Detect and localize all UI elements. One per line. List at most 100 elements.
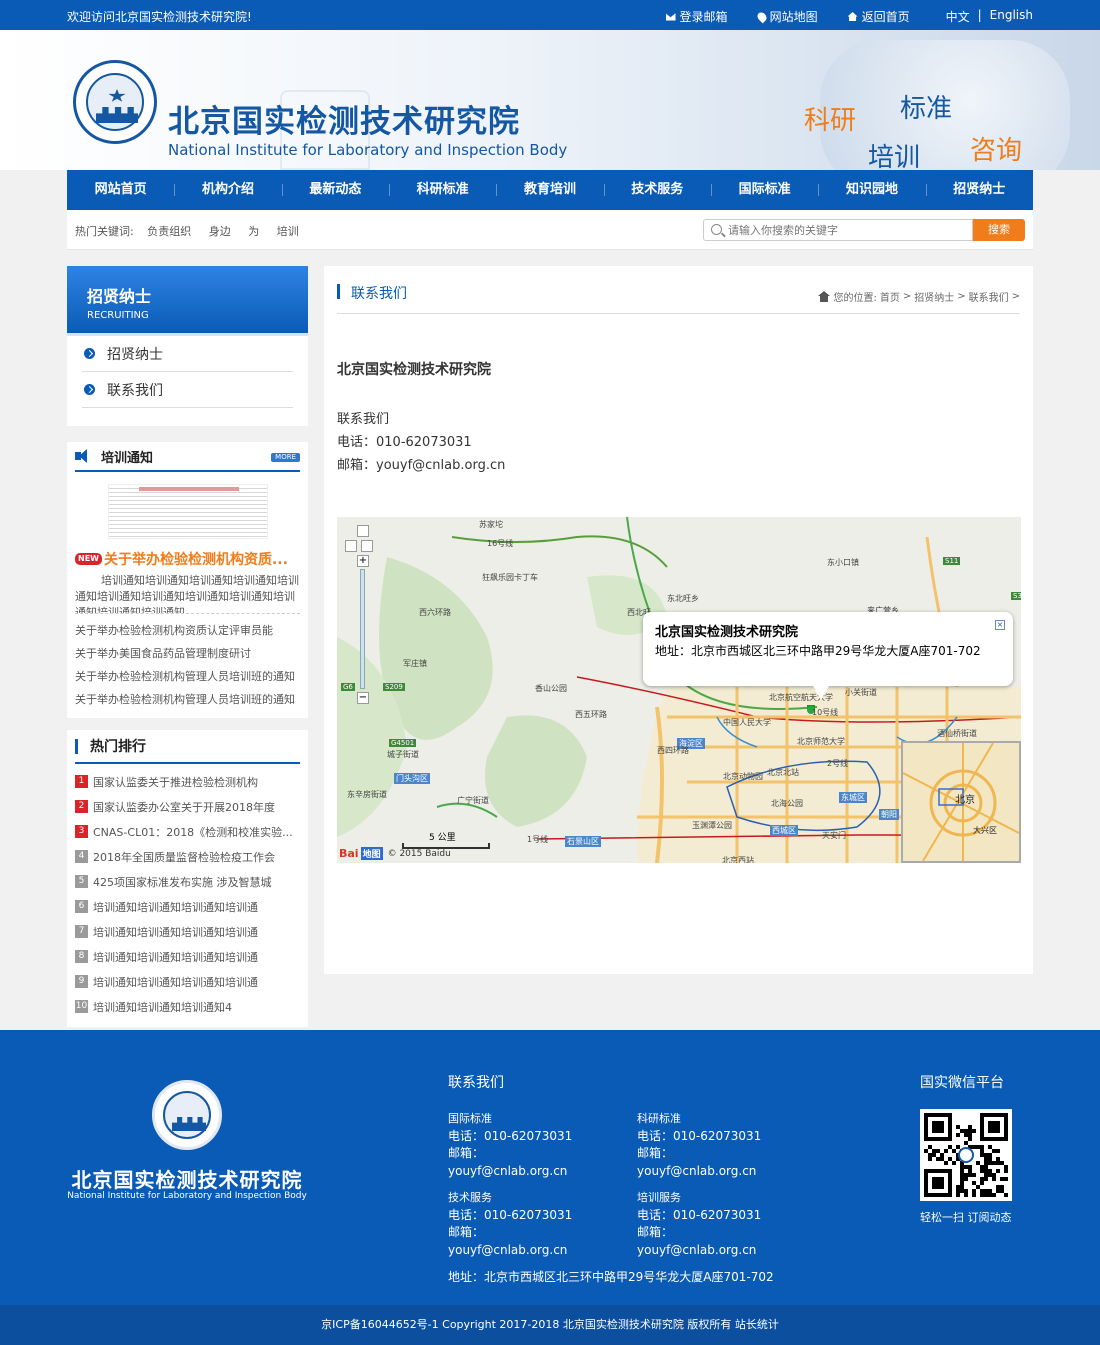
footer-block-email[interactable]: youyf@cnlab.org.cn <box>637 1242 761 1260</box>
breadcrumb-recruiting[interactable]: 招贤纳士 <box>914 289 954 304</box>
ranking-item[interactable]: 3 CNAS-CL01：2018《检测和校准实验... <box>75 819 300 844</box>
search-input[interactable] <box>728 222 968 238</box>
map-place-label: 2号线 <box>827 759 849 768</box>
rank-number-badge: 3 <box>75 825 88 838</box>
close-icon[interactable]: × <box>995 620 1005 630</box>
hot-keyword[interactable]: 培训 <box>277 225 299 238</box>
map-popup-address: 地址：北京市西城区北三环中路甲29号华龙大厦A座701-702 <box>655 644 981 658</box>
ranking-item[interactable]: 10 培训通知培训通知培训通知4 <box>75 994 300 1019</box>
nav-about[interactable]: 机构介绍 <box>174 170 281 210</box>
news-thumbnail[interactable] <box>107 484 268 539</box>
rank-number-badge: 9 <box>75 975 88 988</box>
breadcrumb-home[interactable]: 首页 <box>880 289 900 304</box>
map-place-label: 小关街道 <box>845 688 877 697</box>
overview-city-label: 北京 <box>955 793 975 806</box>
map-place-label: S32 <box>1011 592 1021 600</box>
ranking-item[interactable]: 4 2018年全国质量监督检验检疫工作会 <box>75 844 300 869</box>
map-place-label: 天安门 <box>822 831 846 840</box>
nav-research[interactable]: 科研标准 <box>388 170 496 210</box>
more-button[interactable]: MORE <box>271 453 300 462</box>
pan-up-button[interactable] <box>357 525 369 537</box>
news-item[interactable]: 关于举办检验检测机构管理人员培训班的通知 <box>75 665 300 688</box>
footer-block-email[interactable]: youyf@cnlab.org.cn <box>448 1242 572 1260</box>
rank-number-badge: 1 <box>75 775 88 788</box>
nav-recruiting[interactable]: 招贤纳士 <box>925 170 1033 210</box>
nav-education[interactable]: 教育培训 <box>496 170 603 210</box>
map-copyright: © 2015 Baidu <box>387 848 451 859</box>
ranking-item[interactable]: 2 国家认监委办公室关于开展2018年度 <box>75 794 300 819</box>
speaker-icon <box>75 449 91 463</box>
new-badge: NEW <box>75 553 102 565</box>
nav-home[interactable]: 网站首页 <box>67 170 174 210</box>
category-item-contact[interactable]: 联系我们 <box>82 372 293 408</box>
pan-left-button[interactable] <box>345 540 357 552</box>
login-email-link[interactable]: 登录邮箱 <box>665 8 728 25</box>
nav-intl-standards[interactable]: 国际标准 <box>710 170 818 210</box>
ranking-item[interactable]: 9 培训通知培训通知培训通知培训通 <box>75 969 300 994</box>
footer-block-title: 培训服务 <box>637 1191 681 1204</box>
pan-right-button[interactable] <box>361 540 373 552</box>
footer-block-email[interactable]: youyf@cnlab.org.cn <box>637 1163 761 1181</box>
map-place-label: 军庄镇 <box>403 659 427 668</box>
search-icon <box>711 224 722 235</box>
rank-number-badge: 4 <box>75 850 88 863</box>
news-item[interactable]: 关于举办检验检测机构管理人员培训班的通知 <box>75 688 300 711</box>
arrow-circle-icon <box>84 384 95 395</box>
qr-caption: 轻松一扫 订阅动态 <box>920 1211 1012 1224</box>
zoom-slider[interactable] <box>360 569 365 689</box>
map-place-label: 香山公园 <box>535 684 567 693</box>
nav-services[interactable]: 技术服务 <box>603 170 711 210</box>
search-button[interactable]: 搜索 <box>973 219 1025 241</box>
category-item-label: 招贤纳士 <box>107 346 163 363</box>
breadcrumb-label: 您的位置: <box>833 293 877 304</box>
footer-block-email-label: 邮箱： <box>637 1146 674 1160</box>
lang-cn-link[interactable]: 中文 <box>946 8 970 25</box>
map-place-label: 10号线 <box>812 708 839 717</box>
footer-contact-title: 联系我们 <box>448 1075 504 1091</box>
rank-number-badge: 10 <box>75 1000 88 1013</box>
featured-news[interactable]: NEW 关于举办检验检测机构资质... <box>75 549 300 569</box>
footer-logo <box>152 1080 222 1150</box>
zoom-out-button[interactable]: − <box>357 692 369 704</box>
featured-news-desc: 培训通知培训通知培训通知培训通知培训通知培训通知培训通知培训通知培训通知培训通知… <box>75 574 300 614</box>
ranking-item-text: 培训通知培训通知培训通知培训通 <box>93 950 258 964</box>
baidu-map[interactable]: 苏家坨 16号线 狂飙乐园卡丁车 西北旺 东北旺乡 西六环路 军庄镇 香山公园 北京航空航天大学… <box>337 517 1021 863</box>
map-place-label: S209 <box>383 683 405 691</box>
hot-keyword[interactable]: 为 <box>248 225 259 238</box>
contact-label: 联系我们 <box>337 412 390 427</box>
back-home-link[interactable]: 返回首页 <box>847 8 910 25</box>
wechat-title: 国实微信平台 <box>920 1075 1004 1091</box>
nav-knowledge[interactable]: 知识园地 <box>818 170 925 210</box>
map-place-label: 北海公园 <box>771 799 803 808</box>
breadcrumb-contact[interactable]: 联系我们 <box>969 289 1009 304</box>
wechat-qr-code <box>920 1109 1012 1201</box>
map-place-label: 东辛房街道 <box>347 790 387 799</box>
sitemap-link[interactable]: 网站地图 <box>755 8 818 25</box>
map-place-label: 中国人民大学 <box>723 718 771 727</box>
top-bar: 欢迎访问北京国实检测技术研究院! 登录邮箱 网站地图 返回首页 中文 | Engli… <box>0 0 1100 30</box>
map-place-label: 西六环路 <box>419 608 451 617</box>
footer-block-email[interactable]: youyf@cnlab.org.cn <box>448 1163 572 1181</box>
hot-keyword[interactable]: 身边 <box>209 225 231 238</box>
hot-keyword[interactable]: 负责组织 <box>147 225 191 238</box>
ranking-item[interactable]: 1 国家认监委关于推进检验检测机构 <box>75 769 300 794</box>
arrow-circle-icon <box>84 348 95 359</box>
ranking-item[interactable]: 8 培训通知培训通知培训通知培训通 <box>75 944 300 969</box>
nav-news[interactable]: 最新动态 <box>281 170 389 210</box>
institute-logo[interactable] <box>73 60 157 144</box>
ranking-item[interactable]: 5 425项国家标准发布实施 涉及智慧城 <box>75 869 300 894</box>
ranking-item[interactable]: 6 培训通知培训通知培训通知培训通 <box>75 894 300 919</box>
news-item[interactable]: 关于举办检验检测机构资质认定评审员能 <box>75 619 300 642</box>
news-item[interactable]: 关于举办美国食品药品管理制度研讨 <box>75 642 300 665</box>
zoom-in-button[interactable]: + <box>357 555 369 567</box>
footer-block-title: 技术服务 <box>448 1191 492 1204</box>
map-info-popup: 北京国实检测技术研究院 地址：北京市西城区北三环中路甲29号华龙大厦A座701-… <box>643 612 1013 700</box>
slogan-research: 科研 <box>804 106 857 136</box>
ranking-item[interactable]: 7 培训通知培训通知培训通知培训通 <box>75 919 300 944</box>
category-item-recruiting[interactable]: 招贤纳士 <box>82 336 293 372</box>
contact-email: 邮箱：youyf@cnlab.org.cn <box>337 458 506 473</box>
page-title: 联系我们 <box>351 286 407 302</box>
home-icon <box>847 12 858 21</box>
map-overview[interactable]: 北京 大兴区 <box>901 741 1021 863</box>
lang-en-link[interactable]: English <box>990 8 1033 25</box>
